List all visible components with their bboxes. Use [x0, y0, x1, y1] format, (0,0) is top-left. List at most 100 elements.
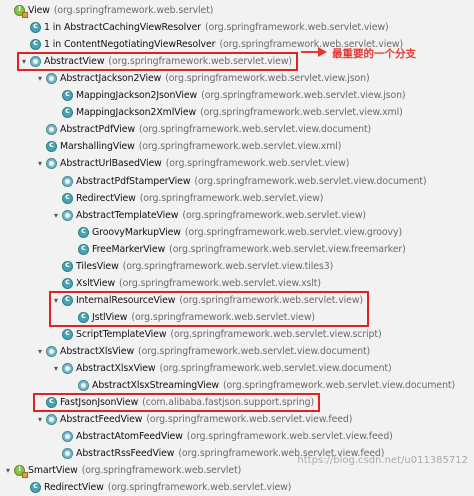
node-name: XsltView: [76, 278, 115, 289]
class-icon: [62, 295, 73, 306]
tree-node[interactable]: ▾AbstractView(org.springframework.web.se…: [19, 53, 292, 70]
node-name: AbstractXlsView: [60, 346, 134, 357]
class-icon: [46, 141, 57, 152]
tree-node[interactable]: RedirectView(org.springframework.web.ser…: [51, 190, 323, 207]
abstract-class-icon: [78, 380, 89, 391]
node-package: (org.springframework.web.servlet.view.do…: [194, 176, 426, 187]
class-icon: [62, 107, 73, 118]
tree-node[interactable]: AbstractPdfView (org.springframework.web.…: [35, 121, 371, 138]
tree-node[interactable]: RedirectView(org.springframework.web.ser…: [19, 479, 291, 496]
node-package: (org.springframework.web.servlet.view.fe…: [187, 431, 393, 442]
abstract-class-icon: [46, 73, 57, 84]
tree-spacer: [67, 312, 77, 322]
tree-spacer: [35, 142, 45, 152]
tree-node[interactable]: ▾ AbstractXlsView (org.springframework.web…: [35, 343, 370, 360]
tree-node[interactable]: ▾AbstractTemplateView(org.springframewor…: [51, 207, 366, 224]
tree-node[interactable]: AbstractAtomFeedView(org.springframework…: [51, 428, 393, 445]
tree-spacer: [3, 6, 13, 16]
class-icon: [62, 329, 73, 340]
tree-node[interactable]: ▾AbstractJackson2View(org.springframewor…: [35, 70, 370, 87]
abstract-class-icon: [46, 346, 57, 357]
tree-spacer: [51, 193, 61, 203]
tree-node[interactable]: View(org.springframework.web.servlet): [3, 2, 213, 19]
tree-node[interactable]: AbstractPdfStamperView(org.springframewo…: [51, 173, 426, 190]
interface-icon: [14, 5, 25, 16]
expand-toggle-icon[interactable]: ▾: [51, 210, 61, 220]
node-package: (org.springframework.web.servlet.view.do…: [139, 124, 371, 135]
node-name: MappingJackson2JsonView: [76, 90, 197, 101]
class-icon: [62, 90, 73, 101]
node-package: (org.springframework.web.servlet.view): [205, 22, 389, 33]
tree-node[interactable]: MarshallingView (org.springframework.web.…: [35, 138, 341, 155]
node-package: (org.springframework.web.servlet.view.do…: [159, 363, 391, 374]
node-package: (org.springframework.web.servlet.view.do…: [138, 346, 370, 357]
class-icon: [78, 244, 89, 255]
tree-spacer: [51, 176, 61, 186]
node-name: AbstractFeedView: [60, 414, 142, 425]
tree-node[interactable]: JstlView (org.springframework.web.servlet…: [67, 309, 315, 326]
node-name: GroovyMarkupView: [92, 227, 181, 238]
node-package: (org.springframework.web.servlet.view): [131, 312, 315, 323]
node-name: AbstractView: [44, 56, 104, 67]
class-icon: [62, 278, 73, 289]
tree-node[interactable]: ScriptTemplateView(org.springframework.w…: [51, 326, 382, 343]
abstract-class-icon: [62, 448, 73, 459]
node-name: JstlView: [92, 312, 127, 323]
node-name: TilesView: [76, 261, 119, 272]
node-package: (org.springframework.web.servlet.view.ti…: [123, 261, 333, 272]
node-package: (org.springframework.web.servlet.view.fr…: [169, 244, 406, 255]
tree-node[interactable]: FreeMarkerView (org.springframework.web.s…: [67, 241, 406, 258]
tree-node[interactable]: AbstractXlsxStreamingView(org.springfram…: [67, 377, 455, 394]
class-icon: [78, 312, 89, 323]
tree-spacer: [19, 40, 29, 50]
node-package: (org.springframework.web.servlet.view.fe…: [146, 414, 352, 425]
tree-node[interactable]: ▾InternalResourceView(org.springframewor…: [51, 292, 363, 309]
abstract-class-icon: [62, 431, 73, 442]
node-name: AbstractUrlBasedView: [60, 158, 162, 169]
tree-spacer: [35, 125, 45, 135]
node-package: (org.springframework.web.servlet.view): [108, 482, 292, 493]
tree-spacer: [19, 483, 29, 493]
tree-spacer: [51, 278, 61, 288]
tree-spacer: [67, 227, 77, 237]
node-name: InternalResourceView: [76, 295, 175, 306]
node-package: (com.alibaba.fastjson.support.spring): [142, 397, 314, 408]
tree-node[interactable]: ▾ AbstractFeedView (org.springframework.we…: [35, 411, 352, 428]
tree-node[interactable]: 1 in AbstractCachingViewResolver(org.spr…: [19, 19, 389, 36]
type-hierarchy-tree: View(org.springframework.web.servlet)1 i…: [0, 0, 474, 471]
tree-node[interactable]: MappingJackson2XmlView(org.springframewo…: [51, 104, 403, 121]
node-package: (org.springframework.web.servlet.view.xm…: [139, 141, 342, 152]
class-icon: [78, 227, 89, 238]
abstract-class-icon: [62, 363, 73, 374]
expand-toggle-icon[interactable]: ▾: [35, 347, 45, 357]
lock-badge-icon: [22, 472, 28, 478]
tree-node[interactable]: XsltView(org.springframework.web.servlet…: [51, 275, 321, 292]
tree-node[interactable]: TilesView (org.springframework.web.servle…: [51, 258, 333, 275]
node-package: (org.springframework.web.servlet.view): [182, 210, 366, 221]
node-name: MarshallingView: [60, 141, 135, 152]
node-name: AbstractPdfView: [60, 124, 135, 135]
abstract-class-icon: [62, 210, 73, 221]
node-package: (org.springframework.web.servlet.view.do…: [223, 380, 455, 391]
node-name: RedirectView: [76, 193, 136, 204]
tree-spacer: [51, 432, 61, 442]
node-name: FreeMarkerView: [92, 244, 165, 255]
node-name: AbstractXlsxView: [76, 363, 155, 374]
expand-toggle-icon[interactable]: ▾: [19, 57, 29, 67]
node-package: (org.springframework.web.servlet.view.sc…: [170, 329, 381, 340]
expand-toggle-icon[interactable]: ▾: [35, 415, 45, 425]
expand-toggle-icon[interactable]: ▾: [35, 159, 45, 169]
tree-node[interactable]: GroovyMarkupView(org.springframework.web…: [67, 224, 402, 241]
expand-toggle-icon[interactable]: ▾: [35, 74, 45, 84]
node-name: 1 in ContentNegotiatingViewResolver: [44, 39, 215, 50]
tree-spacer: [67, 244, 77, 254]
expand-toggle-icon[interactable]: ▾: [51, 364, 61, 374]
expand-toggle-icon[interactable]: ▾: [51, 295, 61, 305]
tree-node[interactable]: MappingJackson2JsonView(org.springframew…: [51, 87, 406, 104]
abstract-class-icon: [62, 176, 73, 187]
class-icon: [62, 261, 73, 272]
tree-node[interactable]: ▾ AbstractXlsxView (org.springframework.we…: [51, 360, 392, 377]
tree-node[interactable]: ▾AbstractUrlBasedView(org.springframewor…: [35, 155, 349, 172]
tree-spacer: [51, 449, 61, 459]
tree-node[interactable]: FastJsonJsonView(com.alibaba.fastjson.su…: [35, 394, 314, 411]
